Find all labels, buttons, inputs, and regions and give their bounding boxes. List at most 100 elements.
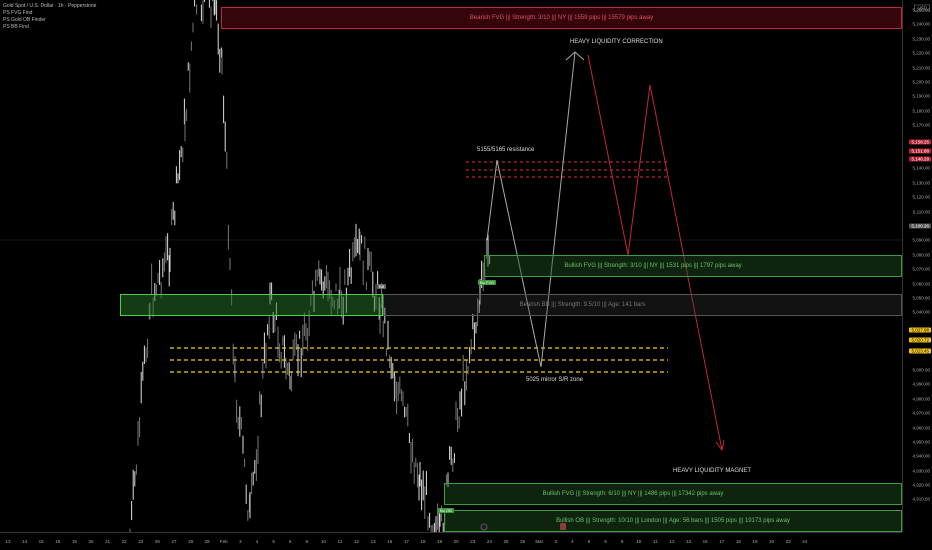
price-label: 5,060.00 <box>912 281 930 287</box>
indicator-2[interactable]: PS Gold OB Finder <box>3 17 96 24</box>
price-label: 5,000.00 <box>912 367 930 373</box>
time-label: 19 <box>752 539 758 544</box>
zone-label: Bullish FVG ||| Strength: 3/10 ||| NY ||… <box>564 263 742 269</box>
time-label: 4 <box>571 539 574 544</box>
time-label: 9 <box>620 539 624 544</box>
zone-label: Bullish FVG ||| Strength: 6/10 ||| NY ||… <box>542 491 724 497</box>
time-label: 21 <box>105 539 111 544</box>
time-label: 23 <box>470 539 476 544</box>
price-label: 5,130.00 <box>912 180 930 186</box>
time-label: 20 <box>88 539 94 544</box>
price-label: 5,230.00 <box>912 36 930 42</box>
time-label: 6 <box>604 539 607 544</box>
time-label: 13 <box>5 539 11 544</box>
projection-path-gray <box>486 51 576 368</box>
time-label: 19 <box>437 539 443 544</box>
time-label: 27 <box>171 539 177 544</box>
price-label: 4,990.00 <box>912 381 930 387</box>
price-label: 4,960.00 <box>912 425 930 431</box>
time-label: 12 <box>354 539 360 544</box>
price-label: 5,110.00 <box>912 209 930 215</box>
time-label: 22 <box>121 539 127 544</box>
bb-marker: BB <box>377 284 387 289</box>
time-label: 15 <box>38 539 44 544</box>
price-label: 4,930.00 <box>912 468 930 474</box>
time-label: 16 <box>387 539 393 544</box>
time-label: Feb <box>219 539 228 544</box>
time-label: 3 <box>239 539 242 544</box>
time-label: 24 <box>802 539 808 544</box>
indicator-1[interactable]: PS FVG Find <box>3 10 96 17</box>
time-label: 26 <box>154 539 160 544</box>
correction-annotation: HEAVY LIQUIDITY CORRECTION <box>570 39 663 45</box>
magnet-annotation: HEAVY LIQUIDITY MAGNET <box>673 468 752 474</box>
bullish-fvg-zone-lower: Bullish FVG ||| Strength: 6/10 ||| NY ||… <box>444 483 902 505</box>
price-label: 4,970.00 <box>912 410 930 416</box>
time-label: 26 <box>520 539 526 544</box>
time-label: Mar <box>535 539 544 544</box>
zone-label: Bearish BB ||| Strength: 9.5/10 ||| Age:… <box>519 302 646 308</box>
price-tag: 5,151.88 <box>909 148 931 154</box>
price-tag: 5,020.72 <box>909 337 931 343</box>
time-label: 14 <box>22 539 28 544</box>
time-label: 5 <box>587 539 591 544</box>
price-tag: 5,027.98 <box>909 327 931 333</box>
time-label: 19 <box>71 539 77 544</box>
symbol-title[interactable]: Gold Spot / U.S. Dollar · 1h · Peppersto… <box>3 3 96 10</box>
time-label: 17 <box>403 539 409 544</box>
time-axis[interactable]: 13 14 15 16 19 20 21 22 23 26 27 28 29 Feb 3 4 5 6 9 10 11 12… <box>0 532 902 550</box>
time-label: 6 <box>288 539 292 544</box>
indicator-3[interactable]: PS BB Find <box>3 24 96 31</box>
price-label: 4,920.00 <box>912 482 930 488</box>
price-label: 5,200.00 <box>912 79 930 85</box>
time-label: 11 <box>337 539 343 544</box>
price-label: 5,050.00 <box>912 295 930 301</box>
time-label: 18 <box>735 539 741 544</box>
time-label: 3 <box>554 539 558 544</box>
price-tag: 5,100.26 <box>909 223 931 229</box>
price-tag: 5,158.25 <box>909 139 931 145</box>
bearish-bb-zone: Bearish BB ||| Strength: 9.5/10 ||| Age:… <box>383 294 902 316</box>
price-label: 5,210.00 <box>912 65 930 71</box>
price-label: 5,040.00 <box>912 309 930 315</box>
price-label: 5,090.00 <box>912 237 930 243</box>
time-label: 16 <box>55 539 61 544</box>
bullish-fvg-zone: Bullish FVG ||| Strength: 3/10 ||| NY ||… <box>484 255 902 277</box>
price-label: 5,190.00 <box>912 93 930 99</box>
time-label: 16 <box>702 539 708 544</box>
price-label: 5,120.00 <box>912 194 930 200</box>
price-label: 5,220.00 <box>912 50 930 56</box>
mirror-annotation: 5025 mirror S/R zone <box>526 377 584 383</box>
time-label: 4 <box>255 539 259 544</box>
time-label: 9 <box>305 539 309 544</box>
time-label: 12 <box>669 539 675 544</box>
price-label: 4,940.00 <box>912 453 930 459</box>
price-label: 5,240.00 <box>912 21 930 27</box>
time-label: 25 <box>503 539 509 544</box>
price-label: 4,910.50 <box>912 496 930 502</box>
price-axis[interactable]: USD 5,250.00 5,240.00 5,230.00 5,220.00 5,21… <box>902 0 932 532</box>
price-label: 5,180.00 <box>912 108 930 114</box>
price-label: 5,070.00 <box>912 266 930 272</box>
resistance-annotation: 5155/5165 resistance <box>477 147 535 153</box>
time-label: 17 <box>719 539 725 544</box>
zone-label: Bearish FVG ||| Strength: 3/10 ||| NY ||… <box>469 15 654 21</box>
time-label: 11 <box>653 539 658 544</box>
price-label: 5,080.00 <box>912 252 930 258</box>
time-label: 28 <box>188 539 194 544</box>
bu-fvg-marker: Bu FVG <box>478 280 497 285</box>
price-label: 5,170.00 <box>912 122 930 128</box>
time-label: 24 <box>486 539 492 544</box>
price-label: 4,950.00 <box>912 439 930 445</box>
price-tag: 5,146.29 <box>909 156 931 162</box>
price-label: 5,250.00 <box>912 7 930 13</box>
time-label: 18 <box>420 539 426 544</box>
price-tag: 5,013.45 <box>909 348 931 354</box>
chart-legend: Gold Spot / U.S. Dollar · 1h · Peppersto… <box>3 3 96 31</box>
time-label: 29 <box>204 539 210 544</box>
time-label: 23 <box>785 539 791 544</box>
time-label: 13 <box>370 539 376 544</box>
zone-label: Bullish OB ||| Strength: 10/10 ||| Londo… <box>556 518 790 524</box>
price-label: 5,140.00 <box>912 165 930 171</box>
time-label: 10 <box>320 539 326 544</box>
